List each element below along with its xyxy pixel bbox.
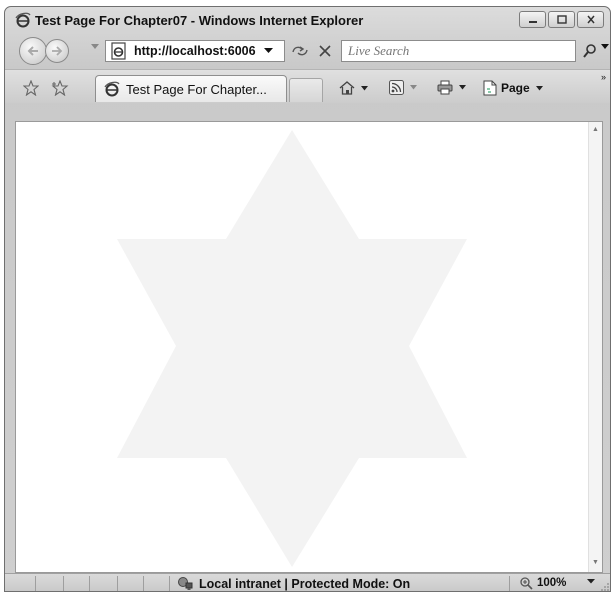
maximize-icon <box>556 15 567 24</box>
back-button[interactable] <box>19 37 47 65</box>
status-bar: Local intranet | Protected Mode: On 100% <box>5 573 610 592</box>
title-bar: Test Page For Chapter07 - Windows Intern… <box>5 7 610 33</box>
page-menu-label: Page <box>501 81 530 95</box>
tab-row: Test Page For Chapter... Page » <box>5 69 610 103</box>
scroll-up-icon[interactable]: ▲ <box>592 126 599 133</box>
tab-label: Test Page For Chapter... <box>126 81 267 97</box>
toolbar-overflow-chevron[interactable]: » <box>601 72 606 82</box>
star-shape <box>117 130 467 567</box>
resize-grip-icon[interactable] <box>600 580 610 592</box>
feeds-dropdown-icon[interactable] <box>410 85 417 90</box>
forward-button[interactable] <box>45 39 69 63</box>
search-box[interactable] <box>341 40 576 62</box>
print-button[interactable] <box>437 80 466 95</box>
status-divider <box>35 576 36 591</box>
address-row: http://localhost:6006 <box>5 35 610 67</box>
ie-logo-icon <box>104 81 120 97</box>
address-text[interactable]: http://localhost:6006 <box>134 44 260 58</box>
stop-button[interactable] <box>315 42 335 60</box>
window-title: Test Page For Chapter07 - Windows Intern… <box>35 13 364 28</box>
page-icon <box>483 80 497 96</box>
rss-icon <box>389 80 404 95</box>
forward-arrow-icon <box>52 46 63 56</box>
page-menu-button[interactable]: Page <box>483 80 543 96</box>
scroll-down-icon[interactable]: ▼ <box>592 559 599 566</box>
home-button[interactable] <box>339 80 368 96</box>
magnifier-icon[interactable] <box>582 43 598 59</box>
zone-text: Local intranet | Protected Mode: On <box>199 577 411 591</box>
new-tab-button[interactable] <box>289 78 323 102</box>
search-input[interactable] <box>342 41 542 61</box>
zoom-text: 100% <box>537 577 567 589</box>
status-divider <box>117 576 118 591</box>
window-controls <box>519 11 604 28</box>
refresh-button[interactable] <box>289 42 311 60</box>
page-dropdown-icon[interactable] <box>535 85 543 91</box>
zoom-level[interactable]: 100% <box>519 576 566 590</box>
address-dropdown-icon[interactable] <box>264 48 273 54</box>
address-bar[interactable]: http://localhost:6006 <box>105 40 285 62</box>
network-icon <box>178 577 193 590</box>
minimize-button[interactable] <box>519 11 546 28</box>
add-favorite-icon[interactable] <box>51 80 69 96</box>
security-zone[interactable]: Local intranet | Protected Mode: On <box>177 576 411 591</box>
zoom-dropdown-icon[interactable] <box>587 579 595 584</box>
status-divider <box>169 576 170 591</box>
status-divider <box>63 576 64 591</box>
status-divider <box>89 576 90 591</box>
print-dropdown-icon[interactable] <box>459 85 466 90</box>
recent-pages-dropdown[interactable] <box>91 44 99 50</box>
feeds-button[interactable] <box>389 80 417 95</box>
star-icon[interactable] <box>23 80 39 96</box>
vertical-scrollbar[interactable]: ▲ ▼ <box>588 122 602 572</box>
refresh-icon <box>292 46 308 56</box>
search-options-dropdown[interactable] <box>601 44 609 50</box>
back-arrow-icon <box>27 46 38 56</box>
close-button[interactable] <box>577 11 604 28</box>
home-icon <box>339 81 355 95</box>
printer-icon <box>437 80 453 95</box>
maximize-button[interactable] <box>548 11 575 28</box>
minimize-icon <box>528 20 537 23</box>
browser-window: Test Page For Chapter07 - Windows Intern… <box>4 6 611 592</box>
stop-x-icon <box>319 45 331 57</box>
page-content[interactable]: ▲ ▼ <box>15 121 603 573</box>
zoom-icon <box>520 577 533 590</box>
status-divider <box>509 576 510 591</box>
ie-page-icon <box>111 42 126 60</box>
tab-test-page[interactable]: Test Page For Chapter... <box>95 75 287 102</box>
ie-logo-icon <box>15 12 31 28</box>
close-icon <box>586 15 595 24</box>
home-dropdown-icon[interactable] <box>361 85 368 91</box>
status-divider <box>143 576 144 591</box>
